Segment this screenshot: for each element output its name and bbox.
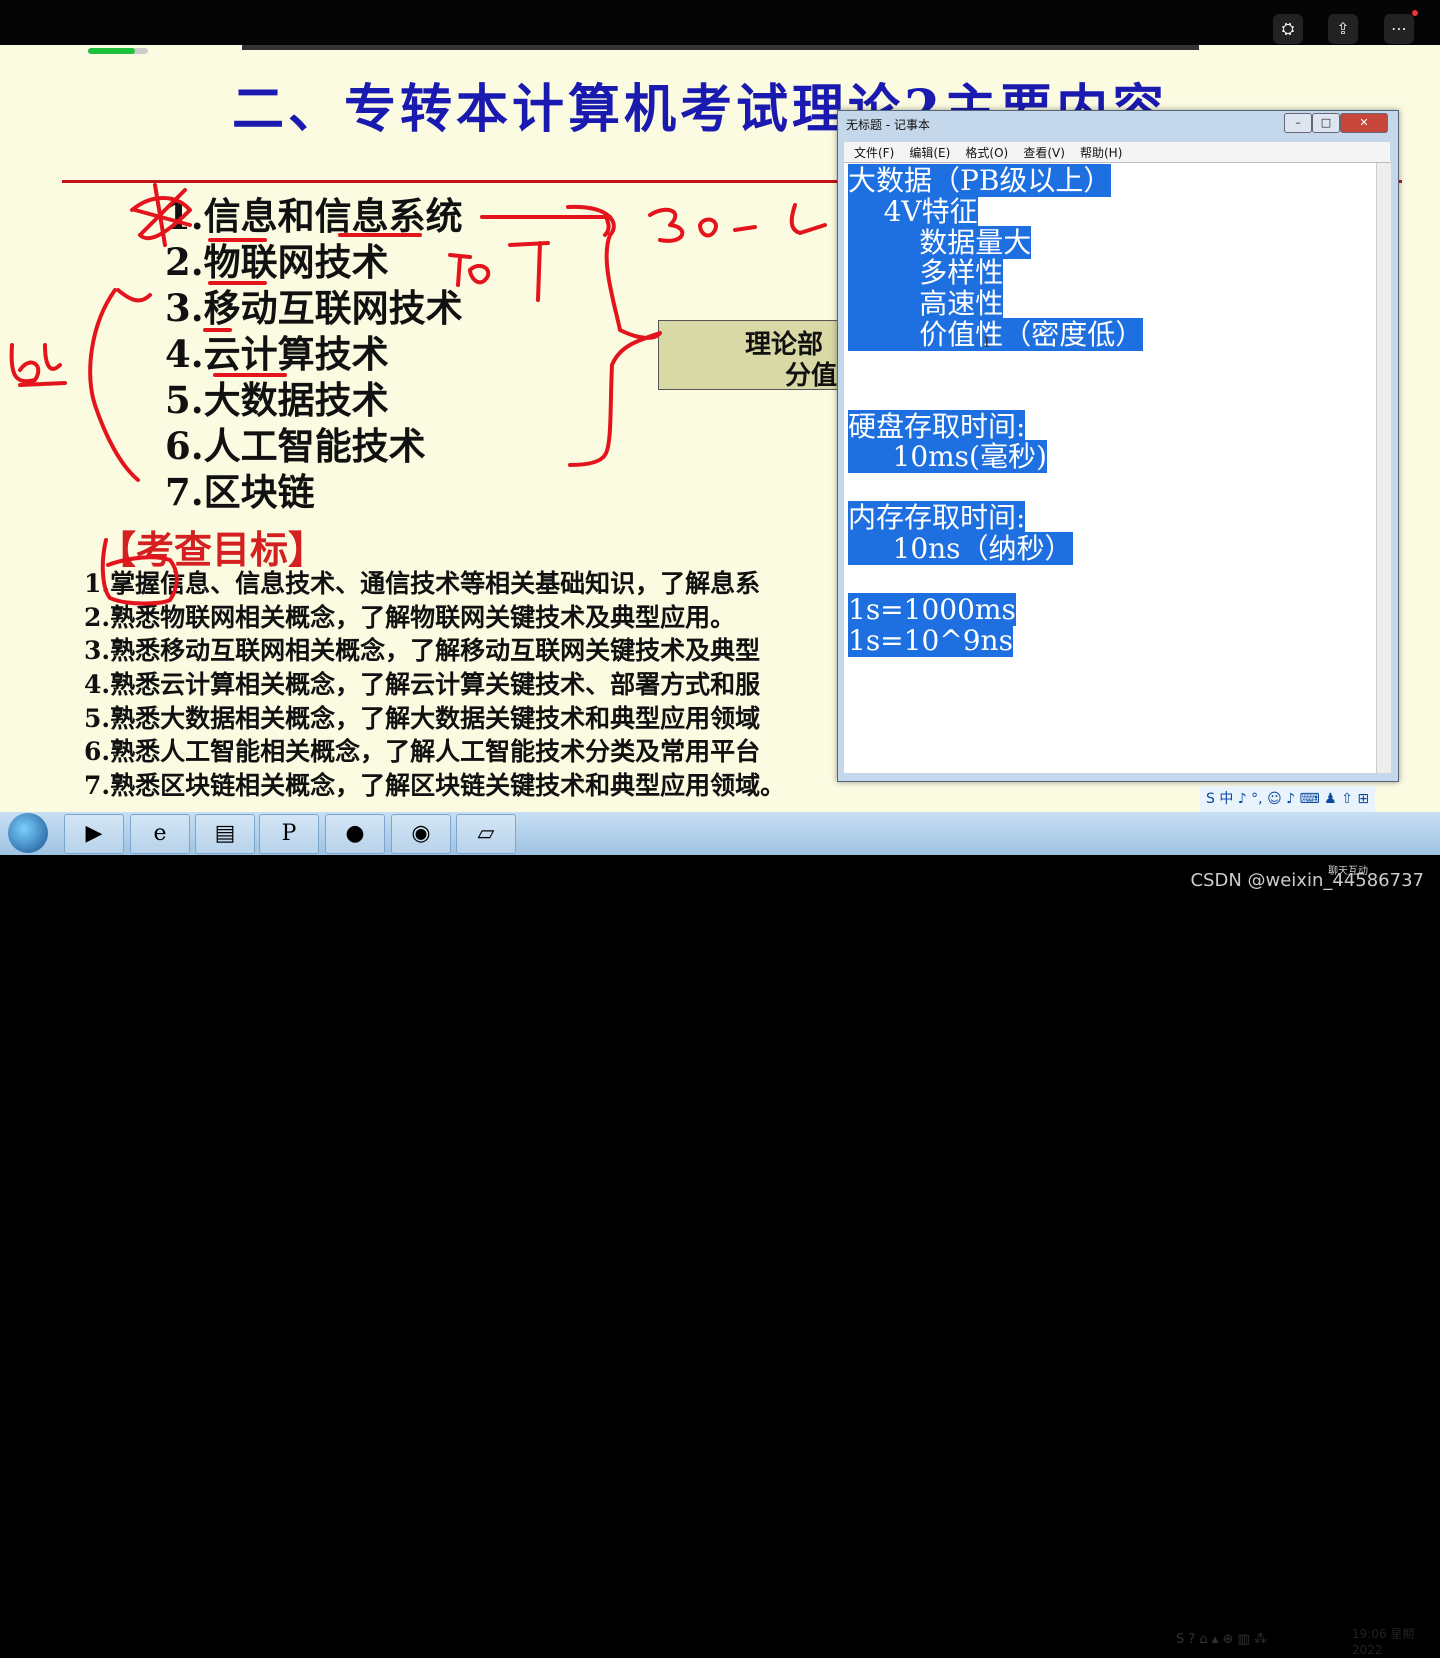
text-line: 10ms(毫秒) (848, 440, 1047, 473)
notepad-taskbar-icon[interactable]: ▱ (456, 814, 516, 854)
clock[interactable]: 19:06 星期 2022 (1352, 1626, 1414, 1658)
minimize-button[interactable]: – (1284, 113, 1312, 133)
taskbar: ▶ e ▤ P ● ◉ ▱ S ? ⌂ ▴ ⊕ ▥ ⁂ 19:06 星期 202… (0, 812, 1440, 1657)
more-icon[interactable]: ⋯ (1384, 14, 1414, 44)
clock-date: 2022 (1352, 1643, 1383, 1657)
vertical-scrollbar[interactable] (1376, 163, 1391, 773)
text-line: 内存存取时间: (848, 501, 1026, 534)
menu-help[interactable]: 帮助(H) (1080, 146, 1122, 160)
recording-indicator (1412, 10, 1418, 16)
clock-weekday: 星期 (1390, 1627, 1415, 1641)
text-line: 1s=1000ms (848, 593, 1016, 626)
close-button[interactable]: ✕ (1340, 113, 1388, 133)
text-line: 高速性 (848, 287, 1004, 320)
menu-format[interactable]: 格式(O) (965, 146, 1008, 160)
text-line: 多样性 (848, 256, 1004, 289)
text-line: 4V特征 (848, 195, 978, 228)
ime-toolbar[interactable]: S 中 ♪ °, ☺ ♪ ⌨ ♟ ⇧ ⊞ (1200, 786, 1376, 812)
menu-view[interactable]: 查看(V) (1023, 146, 1065, 160)
notepad-title: 无标题 - 记事本 (846, 118, 930, 132)
media-player-icon[interactable]: ▶ (64, 814, 124, 854)
text-line: 硬盘存取时间: (848, 410, 1026, 443)
watermark: CSDN @weixin_44586737 (1190, 870, 1424, 891)
maximize-button[interactable]: □ (1312, 113, 1340, 133)
menu-file[interactable]: 文件(F) (854, 146, 894, 160)
app-icon-2[interactable]: ◉ (391, 814, 451, 854)
notepad-text-area[interactable]: 大数据（PB级以上） 4V特征 数据量大 多样性 高速性 价值性（密度低） 硬盘… (844, 163, 1376, 773)
powerpoint-icon[interactable]: P (259, 814, 319, 854)
text-line: 价值性（密度低） (848, 318, 1144, 351)
notepad-menubar: 文件(F) 编辑(E) 格式(O) 查看(V) 帮助(H) (844, 142, 1390, 163)
clock-time: 19:06 (1352, 1627, 1387, 1641)
menu-edit[interactable]: 编辑(E) (909, 146, 950, 160)
text-line: 10ns（纳秒） (848, 532, 1073, 565)
text-line: 数据量大 (848, 226, 1032, 259)
text-line: 1s=10^9ns (848, 624, 1013, 657)
settings-icon[interactable]: ⛭ (1273, 14, 1303, 44)
browser-icon[interactable]: e (130, 814, 190, 854)
start-button[interactable] (8, 813, 48, 853)
text-line: 大数据（PB级以上） (848, 164, 1112, 197)
share-icon[interactable]: ⇪ (1328, 14, 1358, 44)
system-tray[interactable]: S ? ⌂ ▴ ⊕ ▥ ⁂ (1176, 1632, 1267, 1647)
text-cursor-icon: I (984, 335, 990, 351)
notepad-window[interactable]: 无标题 - 记事本 – □ ✕ 文件(F) 编辑(E) 格式(O) 查看(V) … (837, 110, 1399, 782)
app-icon[interactable]: ● (325, 814, 385, 854)
file-explorer-icon[interactable]: ▤ (195, 814, 255, 854)
top-bar: ⛭ ⇪ ⋯ (0, 0, 1440, 45)
